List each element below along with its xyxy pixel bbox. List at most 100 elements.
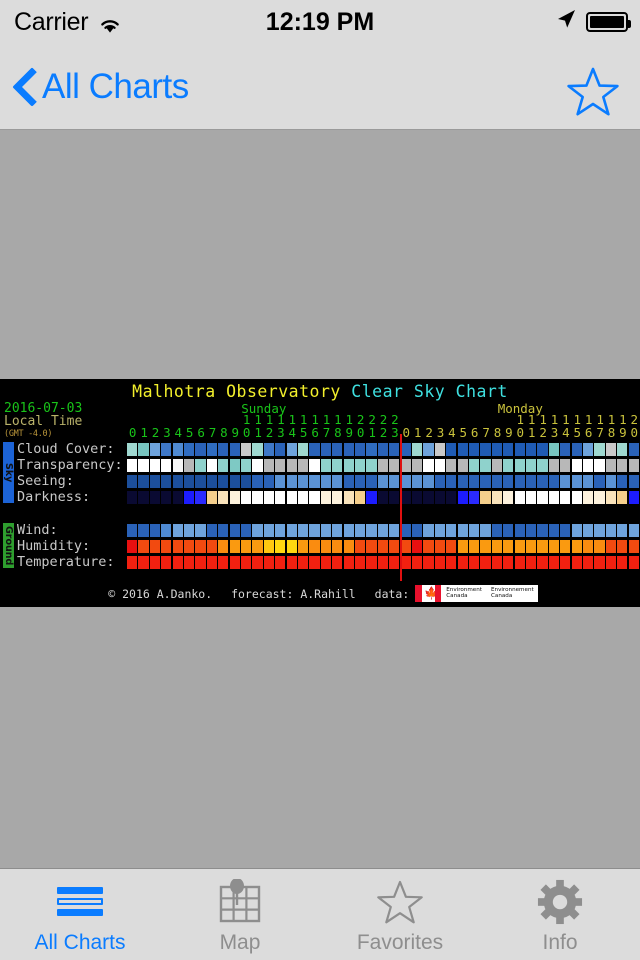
- chart-cell: [241, 475, 252, 488]
- chart-cell: [332, 475, 343, 488]
- chart-cell: [195, 459, 206, 472]
- chart-gmt-offset: (GMT -4.0): [4, 429, 53, 439]
- chart-cell: [309, 540, 320, 553]
- chart-cell: [252, 491, 263, 504]
- row-label-seeing: Seeing:: [17, 473, 74, 489]
- chart-cell: [628, 556, 639, 569]
- chart-cell: [548, 475, 559, 488]
- chart-cell: [514, 443, 525, 456]
- chart-cell: [320, 524, 331, 537]
- chart-cell: [412, 540, 423, 553]
- chart-cell: [537, 491, 548, 504]
- chart-cell: [172, 443, 183, 456]
- chart-cell: [252, 540, 263, 553]
- hour-tick: 20: [630, 412, 639, 440]
- chart-cell: [571, 524, 582, 537]
- row-label-cloud-cover: Cloud Cover:: [17, 441, 115, 457]
- chart-cell: [377, 524, 388, 537]
- chart-cell: [138, 524, 149, 537]
- chart-cell: [503, 475, 514, 488]
- chart-cell: [332, 540, 343, 553]
- chart-cell: [423, 459, 434, 472]
- chart-cell: [389, 459, 400, 472]
- chart-cell: [343, 459, 354, 472]
- chart-cell: [184, 459, 195, 472]
- chart-cell: [446, 556, 457, 569]
- tab-map[interactable]: Map: [160, 869, 320, 960]
- hour-tick: 4: [448, 425, 456, 440]
- chart-cell: [571, 475, 582, 488]
- chart-cell: [514, 475, 525, 488]
- chart-cell: [583, 475, 594, 488]
- chart-cell: [469, 556, 480, 569]
- chart-cell: [320, 540, 331, 553]
- row-cells-darkness: [127, 491, 640, 504]
- chart-data-label: data:: [374, 587, 410, 601]
- chart-cell: [628, 443, 639, 456]
- chart-cell: [298, 540, 309, 553]
- chart-cell: [617, 475, 628, 488]
- chart-cell: [218, 491, 229, 504]
- chart-cell: [583, 491, 594, 504]
- chart-cell: [446, 491, 457, 504]
- chart-cell: [503, 443, 514, 456]
- row-label-wind: Wind:: [17, 522, 58, 538]
- favorite-toggle-button[interactable]: [566, 66, 620, 123]
- chart-cell: [583, 540, 594, 553]
- chart-cell: [446, 475, 457, 488]
- lines-icon: [57, 879, 103, 925]
- chart-cell: [412, 491, 423, 504]
- chart-cell: [446, 524, 457, 537]
- hour-tick: 20: [356, 412, 365, 440]
- chart-cell: [263, 459, 274, 472]
- chart-cell: [526, 475, 537, 488]
- chart-cell: [149, 556, 160, 569]
- chart-cell: [469, 540, 480, 553]
- chart-cell: [229, 475, 240, 488]
- chart-cell: [149, 540, 160, 553]
- hour-tick: 8: [493, 425, 502, 440]
- chart-cell: [161, 443, 172, 456]
- chart-cell: [332, 459, 343, 472]
- tab-favorites[interactable]: Favorites: [320, 869, 480, 960]
- chart-cell: [503, 491, 514, 504]
- row-label-temperature: Temperature:: [17, 554, 115, 570]
- chart-cell: [172, 475, 183, 488]
- chart-cell: [434, 524, 445, 537]
- chart-cell: [275, 459, 286, 472]
- chart-cell: [514, 459, 525, 472]
- chart-cell: [263, 443, 274, 456]
- back-button[interactable]: All Charts: [14, 44, 189, 129]
- hour-tick: 9: [231, 425, 240, 440]
- chart-cell: [343, 524, 354, 537]
- chart-cell: [446, 443, 457, 456]
- chart-cell: [263, 556, 274, 569]
- chart-cell: [503, 556, 514, 569]
- chart-cell: [218, 475, 229, 488]
- chart-cell: [195, 475, 206, 488]
- chart-cell: [605, 556, 616, 569]
- chart-cell: [286, 475, 297, 488]
- tab-info[interactable]: Info: [480, 869, 640, 960]
- chart-cell: [366, 524, 377, 537]
- row-cells-wind: [127, 524, 640, 537]
- hour-tick: 17: [596, 412, 604, 440]
- chart-cell: [594, 556, 605, 569]
- chart-cell: [583, 556, 594, 569]
- chart-cell: [526, 540, 537, 553]
- star-outline-icon: [376, 879, 424, 925]
- chart-cell: [263, 524, 274, 537]
- chart-meta: 2016-07-03 Local Time (GMT -4.0): [4, 402, 82, 441]
- hour-tick: 11: [527, 412, 536, 440]
- chart-cell: [434, 459, 445, 472]
- tab-all-charts[interactable]: All Charts: [0, 869, 160, 960]
- tab-map-label: Map: [219, 930, 261, 954]
- chart-cell: [514, 556, 525, 569]
- chart-cell: [218, 443, 229, 456]
- chart-cell: [389, 540, 400, 553]
- clear-sky-chart-image[interactable]: Malhotra Observatory Clear Sky Chart 201…: [0, 379, 640, 607]
- chart-cell: [127, 475, 138, 488]
- chart-cell: [229, 540, 240, 553]
- chart-cell: [434, 491, 445, 504]
- chart-cell: [229, 491, 240, 504]
